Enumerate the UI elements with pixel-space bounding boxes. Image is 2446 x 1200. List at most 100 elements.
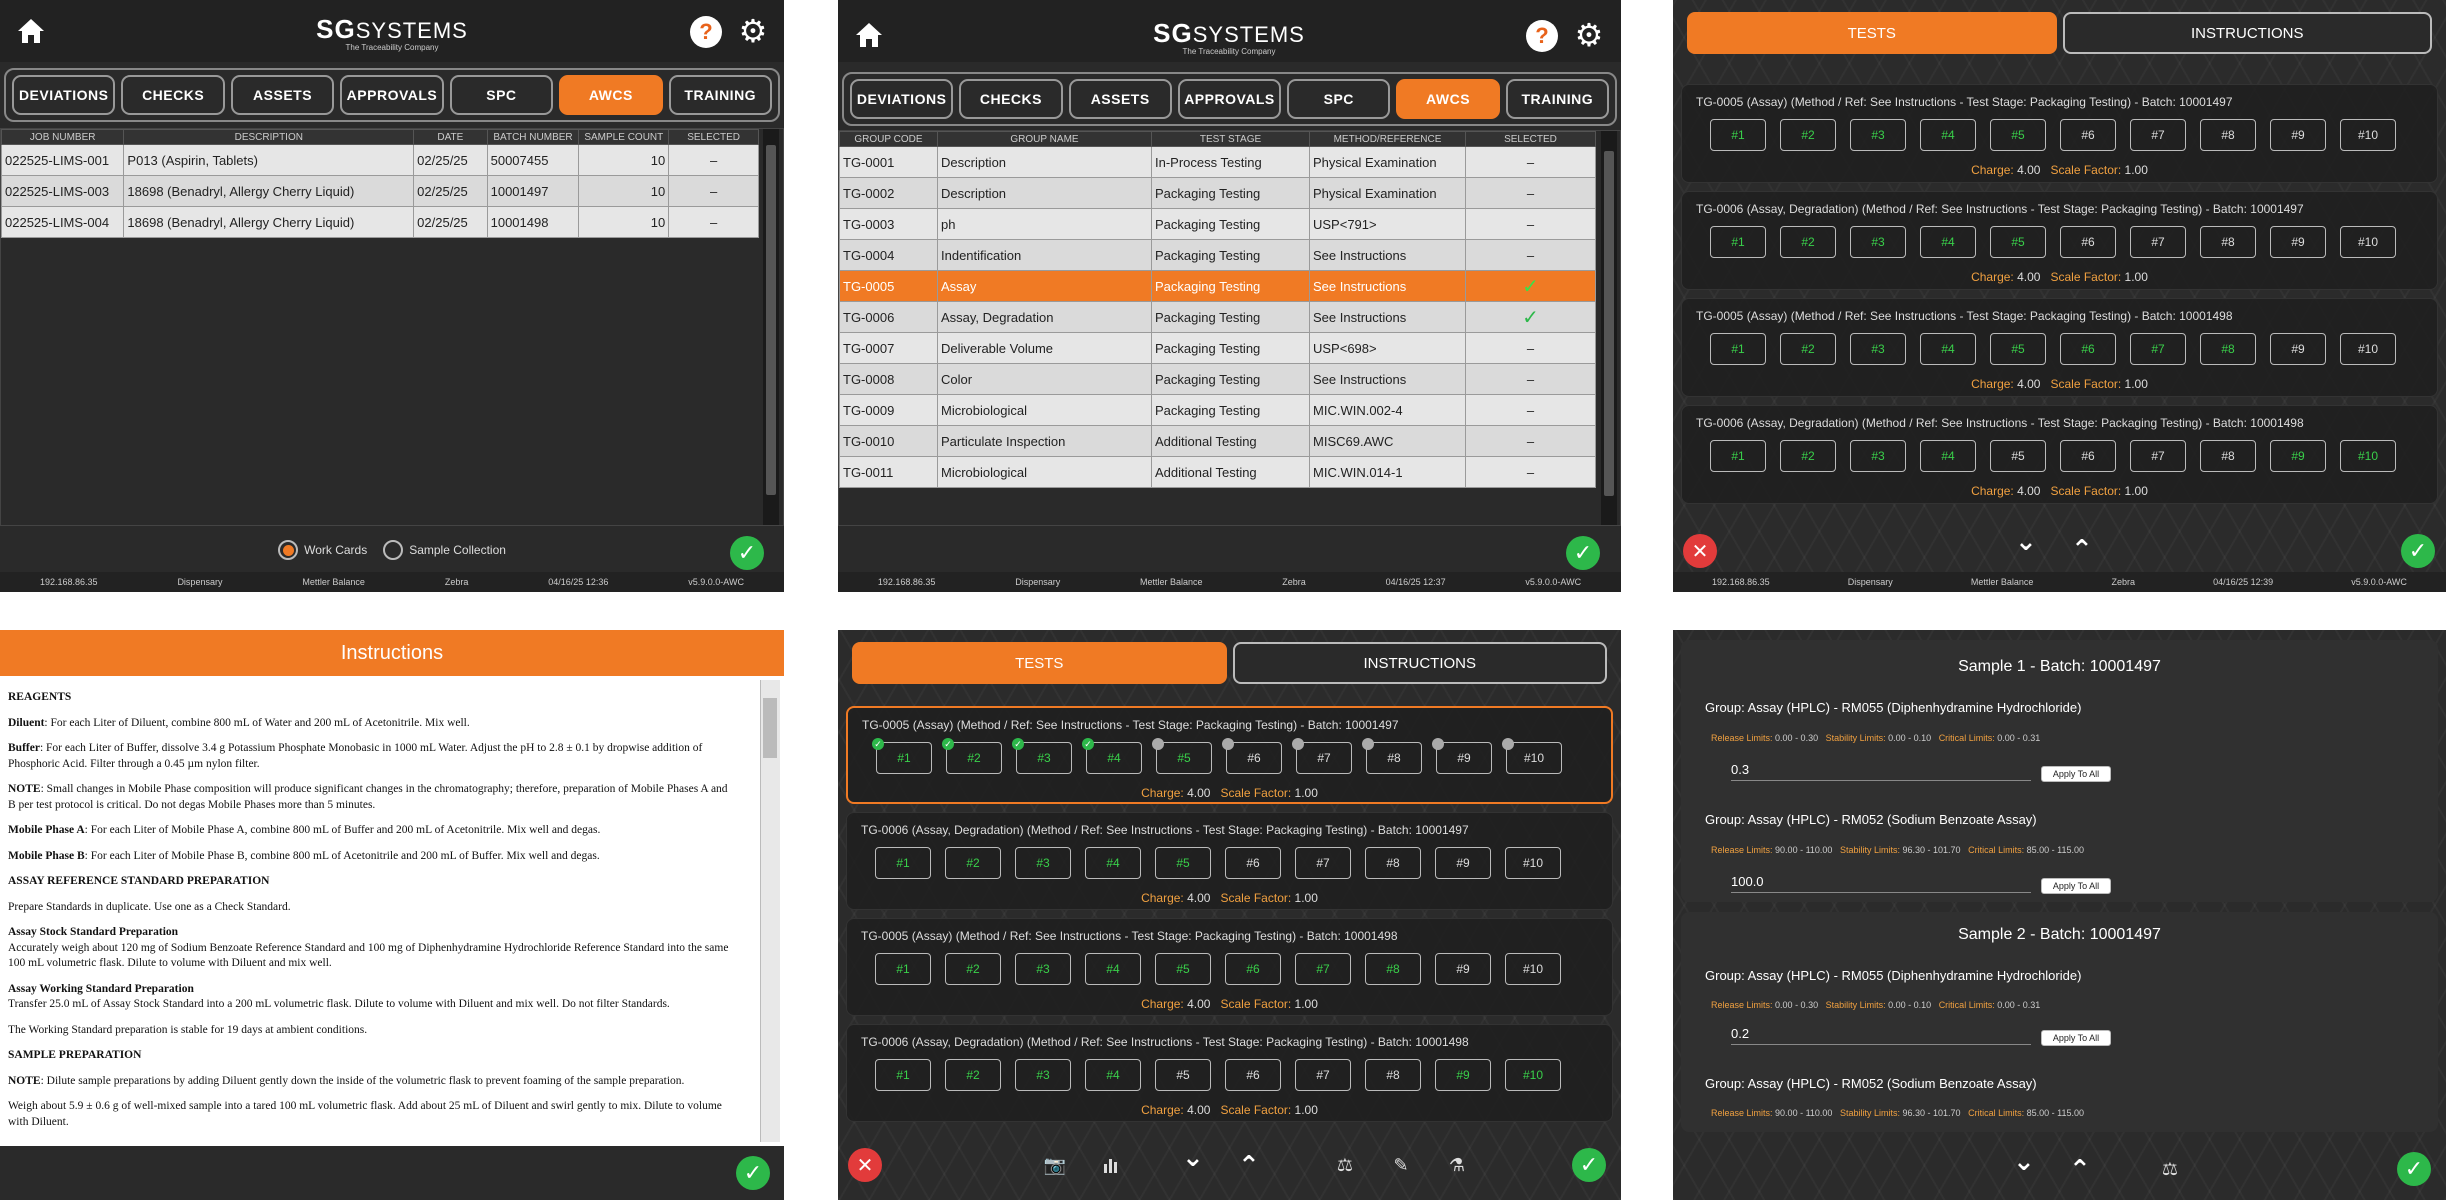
sample-button[interactable]: #6 (2060, 333, 2116, 365)
sample-button[interactable]: #2 (1780, 119, 1836, 151)
test-card[interactable]: TG-0005 (Assay) (Method / Ref: See Instr… (846, 706, 1613, 804)
tab-tests[interactable]: TESTS (852, 642, 1227, 684)
sample-button[interactable]: #8 (1365, 1059, 1421, 1091)
sample-button[interactable]: #5 (1155, 847, 1211, 879)
table-row[interactable]: TG-0010 Particulate Inspection Additional … (839, 425, 1596, 457)
sample-button[interactable]: #5 (1155, 1059, 1211, 1091)
sample-button[interactable]: #8 (2200, 440, 2256, 472)
sample-button[interactable]: #6 (1222, 738, 1282, 774)
sample-button[interactable]: #5 (1990, 333, 2046, 365)
nav-training[interactable]: TRAINING (1505, 79, 1609, 119)
sample-button[interactable]: #4 (1920, 333, 1976, 365)
nav-awcs[interactable]: AWCS (1396, 79, 1500, 119)
sample-button[interactable]: #9 (2270, 226, 2326, 258)
sample-button[interactable]: #1 (1710, 226, 1766, 258)
confirm-icon[interactable]: ✓ (1572, 1148, 1606, 1182)
col-description[interactable]: DESCRIPTION (123, 129, 415, 145)
sample-button[interactable]: #3 (1850, 333, 1906, 365)
sample-button[interactable]: #6 (1225, 847, 1281, 879)
sample-button[interactable]: #5 (1152, 738, 1212, 774)
nav-spc[interactable]: SPC (449, 75, 554, 115)
test-card[interactable]: TG-0005 (Assay) (Method / Ref: See Instr… (1681, 84, 2438, 183)
sample-button[interactable]: #4 (1920, 226, 1976, 258)
sample-button[interactable]: #2 ✓ (942, 738, 1002, 774)
sample-button[interactable]: #1 ✓ (872, 738, 932, 774)
confirm-icon[interactable]: ✓ (1566, 536, 1600, 570)
table-row[interactable]: TG-0007 Deliverable Volume Packaging Testi… (839, 332, 1596, 364)
sample-button[interactable]: #7 (2130, 440, 2186, 472)
col-selected[interactable]: SELECTED (668, 129, 759, 145)
sample-button[interactable]: #2 (1780, 440, 1836, 472)
radio-sample-collection[interactable]: Sample Collection (383, 540, 506, 560)
table-row[interactable]: TG-0009 Microbiological Packaging Testing M… (839, 394, 1596, 426)
nav-assets[interactable]: ASSETS (1068, 79, 1172, 119)
nav-awcs[interactable]: AWCS (559, 75, 663, 115)
nav-deviations[interactable]: DEVIATIONS (850, 79, 954, 119)
col-test-stage[interactable]: TEST STAGE (1151, 131, 1310, 147)
col-sample-count[interactable]: SAMPLE COUNT (578, 129, 670, 145)
sample-button[interactable]: #7 (1295, 847, 1351, 879)
chart-icon[interactable] (1098, 1152, 1124, 1178)
nav-checks[interactable]: CHECKS (121, 75, 225, 115)
col-batch-number[interactable]: BATCH NUMBER (486, 129, 580, 145)
table-scrollbar[interactable] (763, 129, 779, 525)
col-group-name[interactable]: GROUP NAME (937, 131, 1152, 147)
nav-spc[interactable]: SPC (1287, 79, 1391, 119)
sample-button[interactable]: #8 (2200, 333, 2256, 365)
sample-button[interactable]: #4 (1085, 1059, 1141, 1091)
nav-approvals[interactable]: APPROVALS (340, 75, 444, 115)
sample-button[interactable]: #10 (2340, 440, 2396, 472)
test-card[interactable]: TG-0006 (Assay, Degradation) (Method / R… (846, 812, 1613, 910)
confirm-icon[interactable]: ✓ (2397, 1152, 2431, 1186)
chevron-down-icon[interactable]: ⌄ (1182, 1142, 1204, 1173)
sample-button[interactable]: #3 (1015, 1059, 1071, 1091)
sample-button[interactable]: #7 (1295, 953, 1351, 985)
col-method-reference[interactable]: METHOD/REFERENCE (1309, 131, 1466, 147)
sample-button[interactable]: #2 (1780, 226, 1836, 258)
sample-button[interactable]: #9 (1432, 738, 1492, 774)
sample-button[interactable]: #4 (1920, 440, 1976, 472)
sample-button[interactable]: #10 (2340, 333, 2396, 365)
result-input[interactable]: 0.2 (1731, 1026, 2031, 1045)
sample-button[interactable]: #5 (1990, 440, 2046, 472)
sample-button[interactable]: #10 (2340, 226, 2396, 258)
sample-button[interactable]: #9 (2270, 119, 2326, 151)
sample-button[interactable]: #8 (1365, 953, 1421, 985)
table-row[interactable]: TG-0011 Microbiological Additional Testing… (839, 456, 1596, 488)
sample-button[interactable]: #1 (875, 953, 931, 985)
table-row[interactable]: TG-0002 Description Packaging Testing Physi… (839, 177, 1596, 209)
sample-button[interactable]: #4 (1085, 847, 1141, 879)
sample-button[interactable]: #3 (1850, 226, 1906, 258)
help-icon[interactable]: ? (690, 16, 722, 48)
sample-button[interactable]: #9 (2270, 333, 2326, 365)
table-row[interactable]: TG-0005 Assay Packaging Testing See Instruc… (839, 270, 1596, 302)
confirm-icon[interactable]: ✓ (730, 536, 764, 570)
apply-to-all-button[interactable]: Apply To All (2041, 878, 2111, 894)
nav-approvals[interactable]: APPROVALS (1177, 79, 1282, 119)
sample-button[interactable]: #5 (1155, 953, 1211, 985)
sample-button[interactable]: #6 (2060, 440, 2116, 472)
sample-button[interactable]: #8 (1365, 847, 1421, 879)
tab-instructions[interactable]: INSTRUCTIONS (2062, 12, 2432, 54)
sample-button[interactable]: #3 ✓ (1012, 738, 1072, 774)
notes-icon[interactable]: ✎ (1388, 1152, 1414, 1178)
radio-work-cards[interactable]: Work Cards (278, 540, 367, 560)
sample-button[interactable]: #2 (945, 847, 1001, 879)
apply-to-all-button[interactable]: Apply To All (2041, 1030, 2111, 1046)
sample-button[interactable]: #9 (1435, 953, 1491, 985)
apply-to-all-button[interactable]: Apply To All (2041, 766, 2111, 782)
sample-button[interactable]: #10 (1505, 953, 1561, 985)
confirm-icon[interactable]: ✓ (2401, 534, 2435, 568)
col-selected[interactable]: SELECTED (1465, 131, 1596, 147)
test-card[interactable]: TG-0006 (Assay, Degradation) (Method / R… (1681, 405, 2438, 504)
sample-button[interactable]: #6 (1225, 953, 1281, 985)
sample-button[interactable]: #10 (1502, 738, 1562, 774)
sample-button[interactable]: #1 (1710, 440, 1766, 472)
sample-button[interactable]: #7 (1295, 1059, 1351, 1091)
confirm-icon[interactable]: ✓ (736, 1156, 770, 1190)
sample-button[interactable]: #2 (1780, 333, 1836, 365)
table-row[interactable]: 022525-LIMS-003 18698 (Benadryl, Allergy… (0, 175, 759, 207)
scroll-thumb[interactable] (766, 145, 776, 495)
sample-button[interactable]: #1 (1710, 119, 1766, 151)
nav-deviations[interactable]: DEVIATIONS (12, 75, 116, 115)
